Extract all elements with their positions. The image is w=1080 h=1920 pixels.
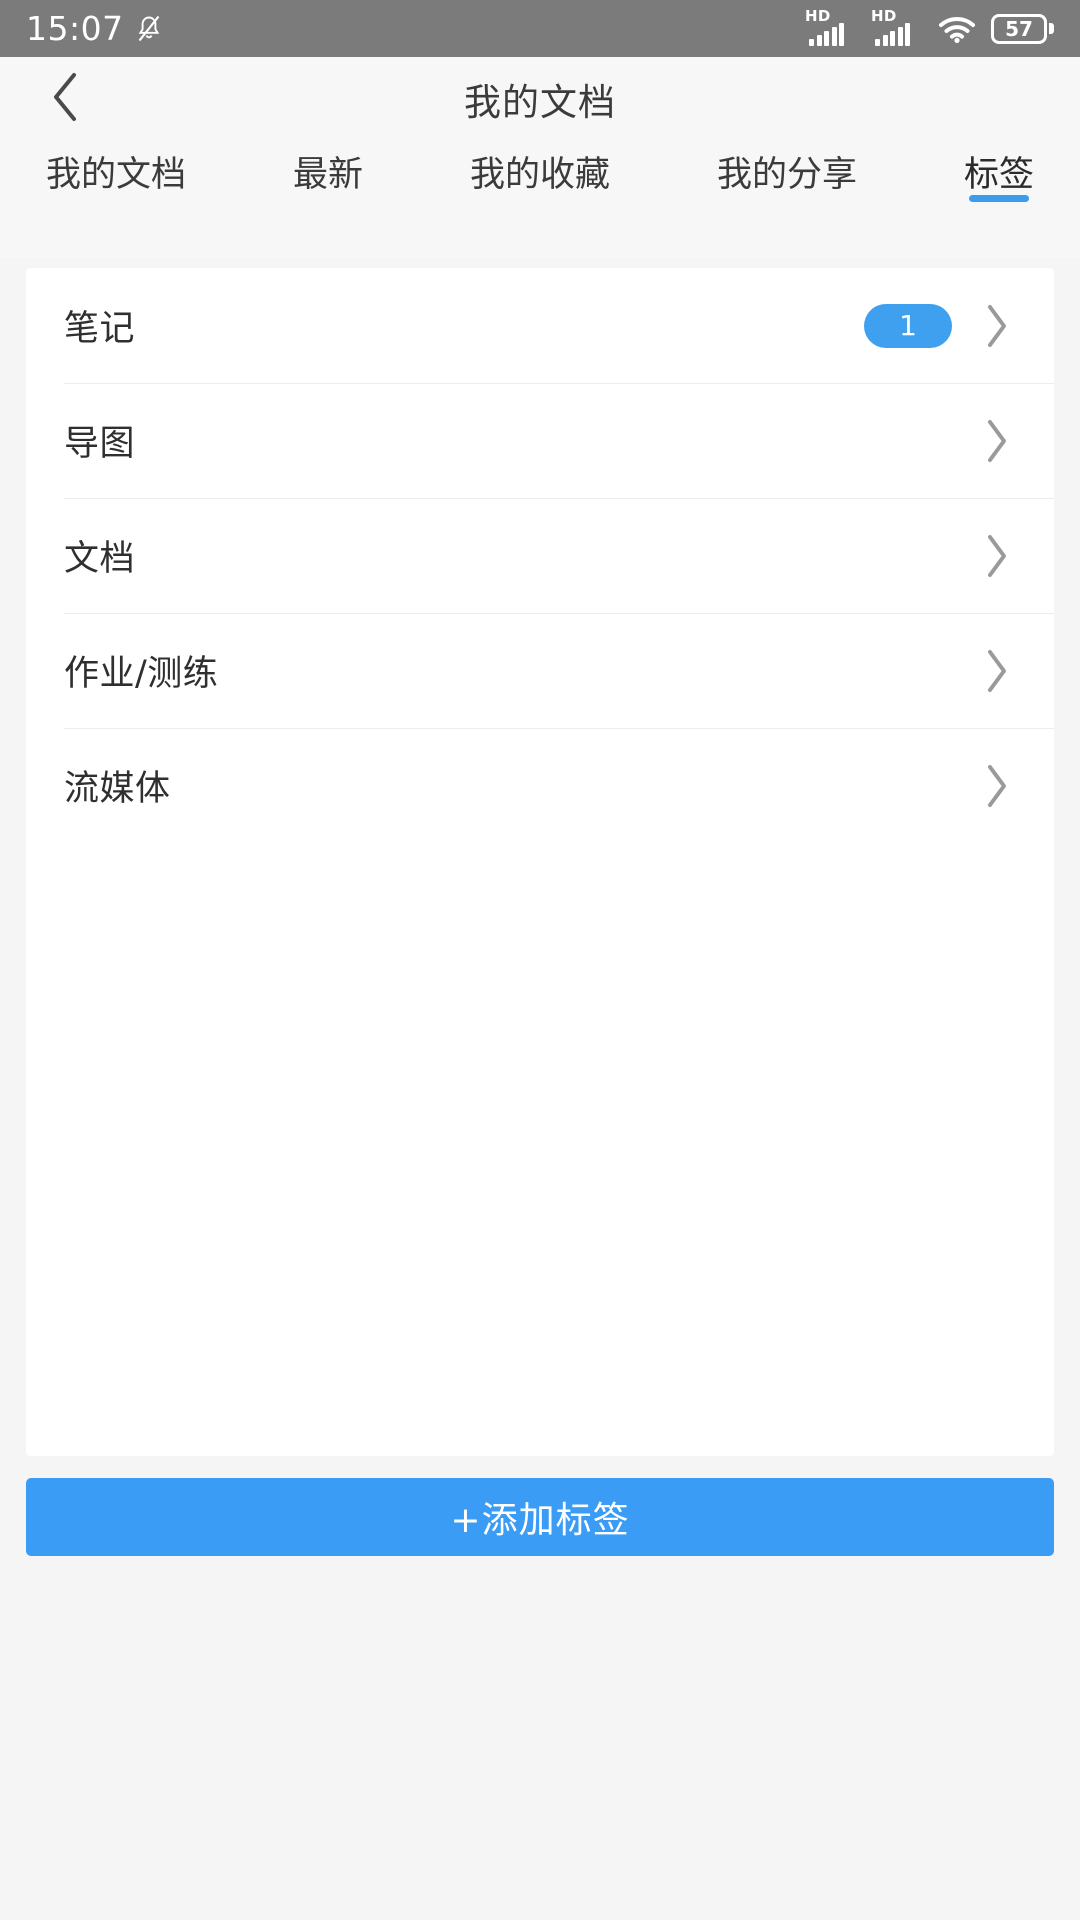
back-chevron-icon xyxy=(49,70,81,128)
battery-icon: 57 xyxy=(991,13,1054,44)
tab-label: 我的分享 xyxy=(717,155,858,195)
list-item-label: 导图 xyxy=(64,424,136,464)
tab-tags[interactable]: 标签 xyxy=(942,140,1056,202)
status-badge: 1 xyxy=(864,303,952,348)
list-item-label: 笔记 xyxy=(64,309,136,349)
tab-my-documents[interactable]: 我的文档 xyxy=(24,140,208,198)
tab-label: 我的文档 xyxy=(46,155,187,195)
list-item-mindmap[interactable]: 导图 xyxy=(26,383,1054,498)
signal-icon-sim1: HD xyxy=(805,6,857,46)
list-item-document[interactable]: 文档 xyxy=(26,498,1054,613)
list-item-homework-test[interactable]: 作业/测练 xyxy=(26,613,1054,728)
tag-list-card: 笔记 1 导图 文档 作业/测练 流媒体 xyxy=(26,268,1054,1456)
tab-bar: 我的文档 最新 我的收藏 我的分享 标签 xyxy=(0,140,1080,258)
app-screen: 15:07 HD HD 57 我的文档 我的文档 最新 我的收藏 我的分享 标签… xyxy=(0,0,1080,1920)
hd-label-sim2: HD xyxy=(871,6,897,25)
status-bar-right: HD HD 57 xyxy=(805,6,1054,46)
wifi-icon xyxy=(937,14,977,44)
battery-level-label: 57 xyxy=(1005,16,1033,41)
list-item-streaming-media[interactable]: 流媒体 xyxy=(26,728,1054,843)
tab-label: 标签 xyxy=(964,155,1035,195)
list-item-accessories xyxy=(974,763,1020,809)
list-item-accessories: 1 xyxy=(864,303,1020,349)
add-tag-button-label: +添加标签 xyxy=(450,1500,630,1541)
bell-muted-icon xyxy=(136,14,162,44)
app-header: 我的文档 xyxy=(0,57,1080,140)
list-item-accessories xyxy=(974,648,1020,694)
chevron-right-icon xyxy=(974,418,1020,464)
back-button[interactable] xyxy=(30,57,100,140)
battery-shell: 57 xyxy=(991,13,1047,44)
battery-nub xyxy=(1049,23,1054,34)
list-item-label: 流媒体 xyxy=(64,769,171,809)
tab-active-indicator xyxy=(969,194,1029,202)
signal-bars-sim2 xyxy=(875,22,910,46)
tab-label: 最新 xyxy=(293,155,364,195)
add-tag-button[interactable]: +添加标签 xyxy=(26,1478,1054,1556)
tab-my-favorites[interactable]: 我的收藏 xyxy=(448,140,632,198)
status-bar-clock: 15:07 xyxy=(26,9,124,48)
chevron-right-icon xyxy=(974,648,1020,694)
chevron-right-icon xyxy=(974,533,1020,579)
signal-bars-sim1 xyxy=(809,22,844,46)
chevron-right-icon xyxy=(974,763,1020,809)
tab-my-shares[interactable]: 我的分享 xyxy=(695,140,879,198)
tab-latest[interactable]: 最新 xyxy=(271,140,385,198)
list-item-accessories xyxy=(974,533,1020,579)
list-item-label: 文档 xyxy=(64,539,136,579)
list-item-notes[interactable]: 笔记 1 xyxy=(26,268,1054,383)
list-item-accessories xyxy=(974,418,1020,464)
tab-label: 我的收藏 xyxy=(470,155,611,195)
signal-icon-sim2: HD xyxy=(871,6,923,46)
page-title: 我的文档 xyxy=(464,80,616,124)
list-item-label: 作业/测练 xyxy=(64,654,219,694)
status-bar: 15:07 HD HD 57 xyxy=(0,0,1080,57)
hd-label-sim1: HD xyxy=(805,6,831,25)
chevron-right-icon xyxy=(974,303,1020,349)
status-bar-left: 15:07 xyxy=(26,9,162,48)
